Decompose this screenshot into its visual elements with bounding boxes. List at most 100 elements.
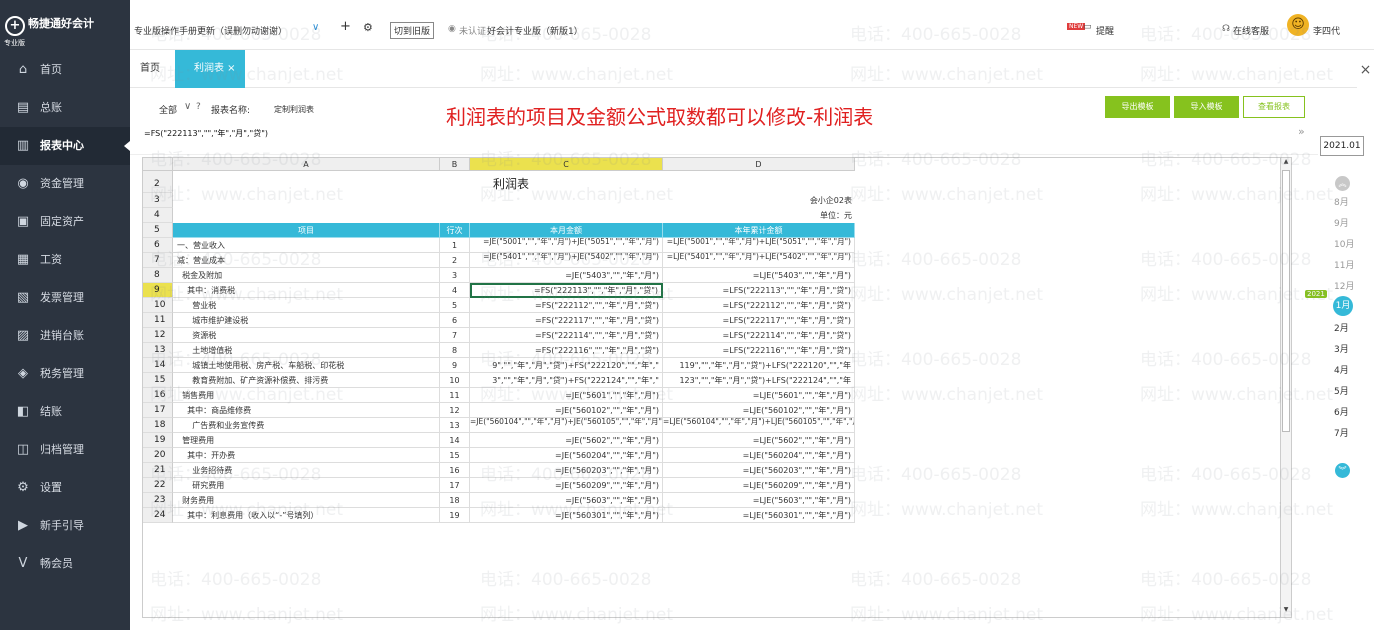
cell-month-formula[interactable]: =JE("5001","","年","月")+JE("5051","","年",… [470,238,663,253]
cell-month-formula[interactable]: =JE("5603","","年","月") [470,493,663,508]
cell-line[interactable]: 8 [440,343,470,358]
cell-line[interactable]: 5 [440,298,470,313]
cell-item[interactable]: 财务费用 [173,493,440,508]
cell-item[interactable]: 其中：利息费用（收入以“-”号填列） [173,508,440,523]
sidebar-item-7[interactable]: ▨ 进销台账 [0,317,130,355]
tab-profit-statement[interactable]: 利润表 × [175,50,245,88]
online-service-link[interactable]: 在线客服 [1233,24,1269,37]
row-number[interactable]: 16 [143,388,173,403]
avatar[interactable]: ☺ [1287,14,1309,36]
cell-year-formula[interactable]: =LJE("560104","","年","月")+LJE("560105","… [663,418,855,433]
cell-item[interactable]: 税金及附加 [173,268,440,283]
col-header[interactable]: A [173,158,440,171]
cell-item[interactable]: 管理费用 [173,433,440,448]
cell-year-formula[interactable]: =LFS("222113","","年","月","贷") [663,283,855,298]
month-item[interactable]: 5月 [1334,384,1364,397]
scroll-down-icon[interactable]: ▼ [1281,606,1291,617]
cell-item[interactable]: 营业税 [173,298,440,313]
vertical-scrollbar[interactable]: ▲ ▼ [1280,158,1291,617]
cell-item[interactable]: 广告费和业务宣传费 [173,418,440,433]
cell-item[interactable]: 减：营业成本 [173,253,440,268]
cell-line[interactable]: 19 [440,508,470,523]
scope-select[interactable]: 全部 [159,103,177,116]
sidebar-item-0[interactable]: ⌂ 首页 [0,51,130,89]
chevron-up-icon[interactable]: ︽ [1335,176,1350,191]
row-number[interactable]: 18 [143,418,173,433]
cell-year-formula[interactable]: =LJE("560204","","年","月") [663,448,855,463]
col-header[interactable]: C [470,158,663,171]
sidebar-item-12[interactable]: ▶ 新手引导 [0,507,130,545]
sidebar-item-11[interactable]: ⚙ 设置 [0,469,130,507]
cell-year-formula[interactable]: =LJE("5601","","年","月") [663,388,855,403]
cell-item[interactable]: 其中：商品维修费 [173,403,440,418]
cell-item[interactable]: 其中：开办费 [173,448,440,463]
cell-line[interactable]: 17 [440,478,470,493]
cell-item[interactable]: 一、营业收入 [173,238,440,253]
row-number[interactable]: 24 [143,508,173,523]
form-number[interactable]: 会小企02表 [810,195,852,206]
import-template-button[interactable]: 导入模板 [1174,96,1239,118]
unit-label[interactable]: 单位：元 [820,210,852,221]
company-name[interactable]: 好会计专业版（新版1） [487,24,583,37]
cell-month-formula[interactable]: =FS("222112","","年","月","贷") [470,298,663,313]
cell-line[interactable]: 14 [440,433,470,448]
sidebar-item-10[interactable]: ◫ 归档管理 [0,431,130,469]
cell-month-formula[interactable]: =JE("560203","","年","月") [470,463,663,478]
cell-month-formula[interactable]: =JE("560102","","年","月") [470,403,663,418]
cell-month-formula[interactable]: =JE("5601","","年","月") [470,388,663,403]
cell-line[interactable]: 4 [440,283,470,298]
cell-year-formula[interactable]: =LJE("560209","","年","月") [663,478,855,493]
message-icon[interactable]: ▭ [1083,22,1092,32]
cell-item[interactable]: 城镇土地使用税、房产税、车船税、印花税 [173,358,440,373]
row-number[interactable]: 3 [143,193,173,208]
cell-line[interactable]: 3 [440,268,470,283]
cell-item[interactable]: 研究费用 [173,478,440,493]
chevron-down-icon[interactable]: ∨ [184,101,191,112]
tab-home[interactable]: 首页 [140,50,160,88]
cell-year-formula[interactable]: =LJE("5403","","年","月") [663,268,855,283]
row-number[interactable]: 17 [143,403,173,418]
formula-text[interactable]: =FS("222113","","年","月","贷") [144,128,268,139]
month-item[interactable]: 10月 [1334,237,1364,250]
row-number[interactable]: 14 [143,358,173,373]
cell-month-formula[interactable]: 3","","年","月","贷")+FS("222124","","年"," [470,373,663,388]
cell-month-formula[interactable]: =JE("5401","","年","月")+JE("5402","","年",… [470,253,663,268]
cell-year-formula[interactable]: 119","","年","月","贷")+LFS("222120","","年 [663,358,855,373]
month-item[interactable]: 7月 [1334,426,1364,439]
row-number[interactable]: 19 [143,433,173,448]
col-header[interactable]: B [440,158,470,171]
report-name-value[interactable]: 定制利润表 [274,104,314,115]
cell-line[interactable]: 9 [440,358,470,373]
cell-month-formula[interactable]: =JE("5602","","年","月") [470,433,663,448]
month-item[interactable]: 3月 [1334,342,1364,355]
sidebar-item-5[interactable]: ▦ 工资 [0,241,130,279]
cell-item[interactable]: 土地增值税 [173,343,440,358]
row-number[interactable]: 6 [143,238,173,253]
month-item[interactable]: 11月 [1334,258,1364,271]
row-number[interactable]: 2 [143,171,173,193]
chevron-down-icon[interactable]: ∨ [312,22,319,33]
row-number[interactable]: 12 [143,328,173,343]
corner-cell[interactable] [143,158,173,171]
export-template-button[interactable]: 导出模板 [1105,96,1170,118]
scroll-up-icon[interactable]: ▲ [1281,158,1291,169]
cell-item[interactable]: 其中：消费税 [173,283,440,298]
cell-year-formula[interactable]: =LJE("5401","","年","月")+LJE("5402","","年… [663,253,855,268]
remind-link[interactable]: 提醒 [1096,24,1114,37]
sidebar-item-13[interactable]: V 畅会员 [0,545,130,583]
cell-year-formula[interactable]: =LJE("560301","","年","月") [663,508,855,523]
row-number[interactable]: 13 [143,343,173,358]
cell-month-formula[interactable]: =JE("5403","","年","月") [470,268,663,283]
cell-line[interactable]: 1 [440,238,470,253]
row-number[interactable]: 15 [143,373,173,388]
expand-icon[interactable]: » [1298,125,1305,138]
row-number[interactable]: 10 [143,298,173,313]
row-number[interactable]: 23 [143,493,173,508]
cell-month-formula[interactable]: =FS("222117","","年","月","贷") [470,313,663,328]
sidebar-item-2[interactable]: ▥ 报表中心 [0,127,130,165]
switch-old-version-button[interactable]: 切到旧版 [390,22,435,39]
row-number[interactable]: 11 [143,313,173,328]
cell-year-formula[interactable]: =LFS("222114","","年","月","贷") [663,328,855,343]
scroll-thumb[interactable] [1282,170,1290,432]
cell-item[interactable]: 销售费用 [173,388,440,403]
